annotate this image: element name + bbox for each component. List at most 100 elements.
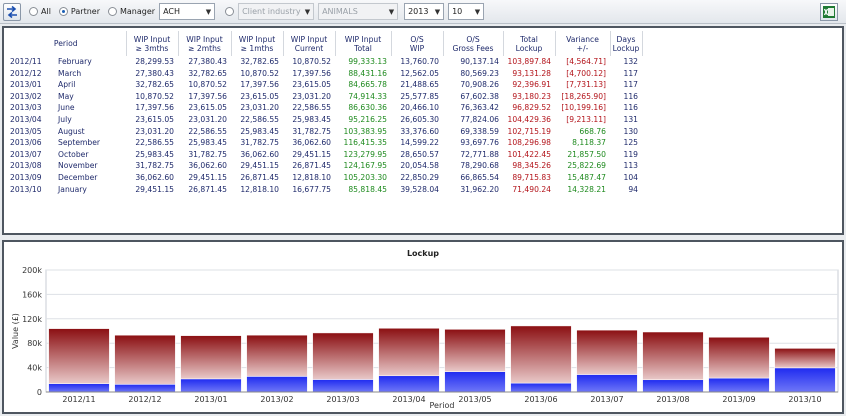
wip-current-cell: 25,983.45: [292, 114, 331, 124]
wip-1mths-cell: 10,870.52: [240, 68, 279, 78]
x-tick-label: 2013/06: [524, 395, 557, 404]
table-row[interactable]: 2013/06 September 22,586.55 25,983.45 31,782…: [6, 137, 642, 149]
os-gross-fees-cell: 72,771.88: [460, 149, 499, 159]
count-select[interactable]: 10 ▼: [448, 3, 485, 20]
table-row[interactable]: 2013/10 January 29,451.15 26,871.45 12,818.1…: [6, 184, 642, 196]
column-header-line2: +/-: [576, 43, 589, 53]
wip-current-cell: 36,062.60: [292, 138, 331, 148]
days-lockup-cell: 131: [623, 114, 639, 124]
total-lockup-cell: 103,897.84: [507, 57, 551, 66]
column-header-line1: WIP Input: [133, 34, 171, 44]
bar-os-gross-fees: [576, 329, 638, 375]
bar-os-gross-fees: [312, 332, 374, 380]
column-header-line1: Variance: [566, 34, 599, 44]
table-row[interactable]: 2013/03 June 17,397.56 23,615.05 23,031.20 22…: [6, 102, 642, 114]
column-header[interactable]: Variance +/-: [555, 31, 611, 56]
os-wip-cell: 21,488.65: [400, 80, 439, 90]
chevron-down-icon: ▼: [388, 7, 395, 16]
os-wip-cell: 25,577.85: [400, 91, 439, 101]
column-header-line2: ≥ 3mths: [135, 43, 169, 53]
count-value: 10: [452, 7, 463, 16]
period-code-cell: 2012/11: [10, 57, 42, 66]
column-header[interactable]: O/S WIP: [391, 31, 444, 56]
table-row[interactable]: 2013/07 October 25,983.45 31,782.75 36,062.6…: [6, 149, 642, 161]
x-tick-label: 2013/05: [458, 395, 491, 404]
chevron-down-icon: ▼: [434, 7, 441, 16]
os-gross-fees-cell: 77,824.06: [460, 114, 499, 124]
total-lockup-cell: 93,180.23: [512, 91, 551, 101]
wip-total-cell: 116,415.35: [343, 138, 387, 148]
industry-value-select[interactable]: ANIMALS ▼: [318, 3, 399, 20]
wip-current-cell: 31,782.75: [292, 126, 331, 136]
table-row[interactable]: 2013/04 July 23,615.05 23,031.20 22,586.55 25…: [6, 114, 642, 126]
period-month-cell: March: [58, 68, 82, 78]
days-lockup-cell: 116: [623, 103, 639, 113]
partner-select[interactable]: ACH ▼: [159, 3, 216, 20]
bar-os-wip: [444, 371, 506, 393]
column-header[interactable]: O/S Gross Fees: [443, 31, 504, 56]
bar-os-wip: [48, 383, 110, 393]
variance-cell: 25,822.69: [567, 161, 606, 171]
column-header[interactable]: WIP Input ≥ 1mths: [231, 31, 284, 56]
column-header[interactable]: WIP Input Total: [335, 31, 392, 56]
table-row[interactable]: 2012/11 February 28,299.53 27,380.43 32,782.…: [6, 56, 642, 68]
radio-manager-dot[interactable]: [108, 7, 117, 16]
column-header-line2: Lockup: [612, 43, 640, 53]
radio-partner[interactable]: Partner: [58, 7, 100, 16]
radio-industry[interactable]: [225, 7, 235, 16]
client-industry-select[interactable]: Client industry ▼: [238, 3, 315, 20]
radio-all[interactable]: All: [29, 7, 51, 16]
column-header[interactable]: WIP Input ≥ 2mths: [178, 31, 232, 56]
wip-2mths-cell: 17,397.56: [188, 91, 227, 101]
radio-all-dot[interactable]: [29, 7, 38, 16]
table-row[interactable]: 2013/08 November 31,782.75 36,062.60 29,451.…: [6, 160, 642, 172]
total-lockup-cell: 101,422.45: [507, 149, 551, 159]
wip-3mths-cell: 25,983.45: [135, 149, 174, 159]
period-code-cell: 2013/06: [10, 138, 42, 148]
table-row[interactable]: 2013/09 December 36,062.60 29,451.15 26,871.…: [6, 172, 642, 184]
period-code-cell: 2013/02: [10, 91, 42, 101]
wip-total-cell: 86,630.36: [348, 103, 387, 113]
wip-3mths-cell: 28,299.53: [135, 57, 174, 66]
x-tick-label: 2013/08: [656, 395, 689, 404]
column-header[interactable]: WIP Input Current: [283, 31, 336, 56]
table-row[interactable]: 2013/05 August 23,031.20 22,586.55 25,983.45…: [6, 126, 642, 138]
wip-current-cell: 22,586.55: [292, 103, 331, 113]
column-header[interactable]: WIP Input ≥ 3mths: [126, 31, 179, 56]
period-month-cell: May: [58, 91, 74, 101]
wip-2mths-cell: 23,031.20: [188, 114, 227, 124]
excel-icon[interactable]: [820, 3, 838, 21]
column-header[interactable]: Period: [6, 31, 127, 56]
column-header[interactable]: Days Lockup: [610, 31, 643, 56]
bar-os-wip: [312, 379, 374, 393]
variance-cell: 21,857.50: [567, 149, 606, 159]
table-row[interactable]: 2012/12 March 27,380.43 32,782.65 10,870.52 1…: [6, 68, 642, 80]
total-lockup-cell: 104,429.36: [507, 114, 551, 124]
radio-industry-dot[interactable]: [225, 7, 235, 16]
column-header[interactable]: Total Lockup: [503, 31, 556, 56]
bar-os-wip: [114, 384, 176, 393]
wip-total-cell: 88,431.16: [348, 68, 387, 78]
radio-manager[interactable]: Manager: [108, 7, 155, 16]
swap-arrows-icon[interactable]: [3, 2, 21, 21]
wip-2mths-cell: 10,870.52: [188, 80, 227, 90]
days-lockup-cell: 113: [623, 161, 639, 171]
year-select[interactable]: 2013 ▼: [404, 3, 445, 20]
os-gross-fees-cell: 69,338.59: [460, 126, 499, 136]
x-axis-label: Period: [430, 401, 455, 410]
lockup-chart: 0 40k 80k 120k 160k 200k Value (£) Period 2012/1…: [11, 266, 839, 410]
period-code-cell: 2013/03: [10, 103, 42, 113]
bar-os-wip: [576, 374, 638, 393]
radio-partner-dot[interactable]: [58, 7, 68, 16]
table-row[interactable]: 2013/01 April 32,782.65 10,870.52 17,397.56 2…: [6, 79, 642, 91]
x-tick-label: 2013/10: [788, 395, 821, 404]
days-lockup-cell: 116: [623, 91, 639, 101]
table-row[interactable]: 2013/02 May 10,870.52 17,397.56 23,615.05 23,…: [6, 91, 642, 103]
table-header-row: Period WIP Input ≥ 3mths WIP Input ≥ 2mths WI…: [6, 31, 643, 56]
period-code-cell: 2013/04: [10, 114, 42, 124]
wip-3mths-cell: 27,380.43: [135, 68, 174, 78]
wip-1mths-cell: 23,615.05: [240, 91, 279, 101]
wip-2mths-cell: 26,871.45: [188, 184, 227, 194]
variance-cell: [7,731.13]: [566, 80, 606, 90]
wip-total-cell: 95,216.25: [348, 114, 387, 124]
